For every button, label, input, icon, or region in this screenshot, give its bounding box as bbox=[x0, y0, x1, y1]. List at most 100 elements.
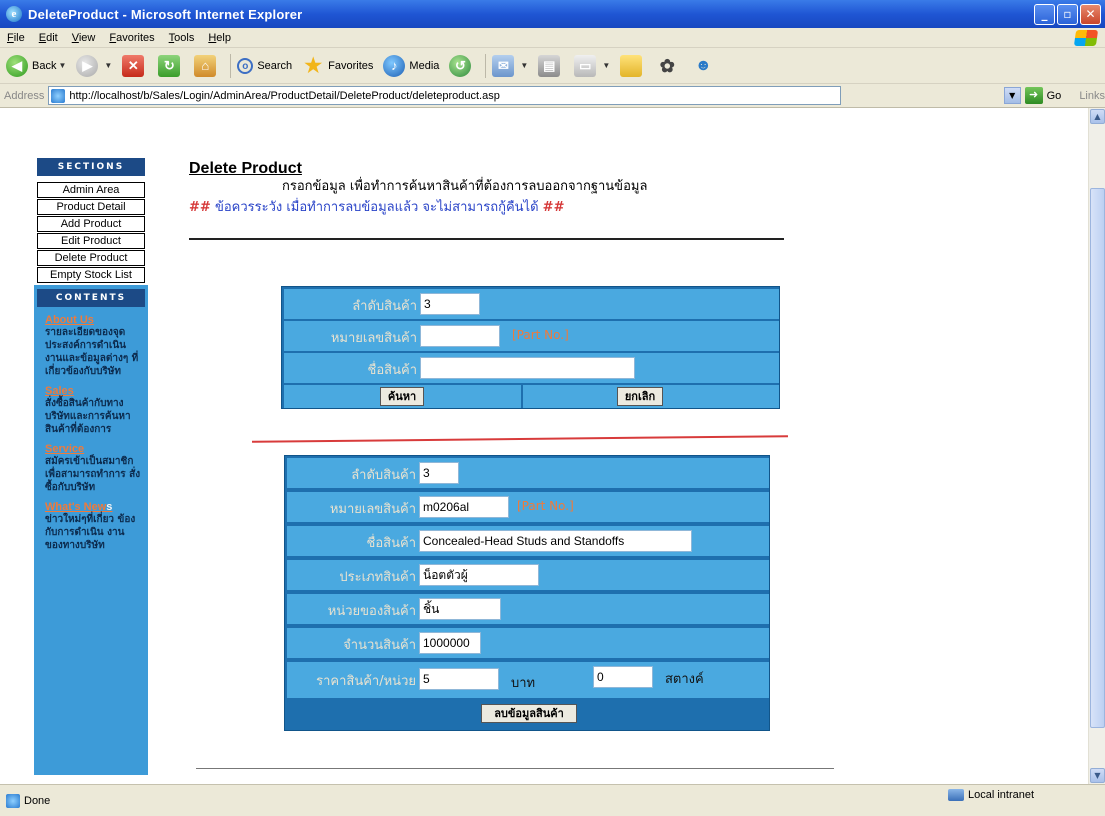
search-submit-button[interactable]: ค้นหา bbox=[380, 387, 424, 406]
search-form: ลำดับสินค้า 3 หมายเลขสินค้า [Part No.] ช… bbox=[281, 286, 780, 409]
vertical-scrollbar[interactable]: ▲ ▼ bbox=[1088, 108, 1105, 784]
mail-button[interactable]: ✉ ▼ bbox=[492, 54, 528, 77]
chevron-down-icon[interactable]: ▼ bbox=[58, 61, 66, 70]
instruction-text: กรอกข้อมูล เพื่อทำการค้นหาสินค้าที่ต้องก… bbox=[282, 179, 648, 194]
go-label: Go bbox=[1046, 89, 1062, 102]
toolbar-separator bbox=[230, 53, 232, 78]
search-row-product-id: ลำดับสินค้า 3 bbox=[284, 289, 779, 319]
search-row-buttons-right: ยกเลิก bbox=[523, 385, 779, 408]
detail-product-name-input[interactable]: Concealed-Head Studs and Standoffs bbox=[419, 530, 692, 552]
sales-link[interactable]: Sales bbox=[45, 385, 74, 397]
home-button[interactable]: ⌂ bbox=[194, 54, 220, 77]
star-icon: ★ bbox=[304, 54, 323, 77]
history-icon: ↺ bbox=[449, 54, 472, 77]
home-icon: ⌂ bbox=[194, 54, 217, 77]
service-description: สมัครเข้าเป็นสมาชิก เพื่อสามารถทำการ สั่… bbox=[45, 456, 141, 493]
cancel-button[interactable]: ยกเลิก bbox=[617, 387, 663, 406]
back-button[interactable]: ◀ Back ▼ bbox=[6, 54, 66, 77]
detail-part-no-input[interactable]: m0206al bbox=[419, 496, 509, 518]
print-button[interactable]: ▤ bbox=[538, 54, 564, 77]
detail-product-id-label: ลำดับสินค้า bbox=[351, 468, 416, 483]
contacts-button[interactable]: ☻ bbox=[692, 55, 718, 77]
service-link[interactable]: Service bbox=[45, 443, 84, 455]
back-label: Back bbox=[32, 59, 57, 72]
sales-description: สั่งซื้อสินค้ากับทาง บริษัทและการค้นหา ส… bbox=[45, 398, 131, 435]
detail-part-no-label: หมายเลขสินค้า bbox=[329, 502, 416, 517]
folder-button[interactable] bbox=[620, 54, 646, 77]
stop-button[interactable]: ✕ bbox=[122, 54, 148, 77]
about-us-link[interactable]: About Us bbox=[45, 314, 94, 326]
detail-product-unit-input[interactable]: ชิ้น bbox=[419, 598, 501, 620]
chevron-down-icon[interactable]: ▼ bbox=[520, 61, 528, 70]
scroll-down-button[interactable]: ▼ bbox=[1090, 768, 1105, 783]
menu-view[interactable]: View bbox=[65, 32, 103, 44]
links-label[interactable]: Links bbox=[1079, 90, 1105, 102]
menu-favorites[interactable]: Favorites bbox=[102, 32, 161, 44]
refresh-button[interactable]: ↻ bbox=[158, 54, 184, 77]
toolbar: ◀ Back ▼ ▶ ▼ ✕ ↻ ⌂ o Search ★ Favorites … bbox=[0, 48, 1105, 84]
product-id-input[interactable]: 3 bbox=[420, 293, 480, 315]
media-icon: ♪ bbox=[383, 54, 406, 77]
go-arrow-icon: ➜ bbox=[1024, 87, 1043, 104]
nav-edit-product[interactable]: Edit Product bbox=[37, 233, 145, 249]
menu-edit[interactable]: Edit bbox=[32, 32, 65, 44]
menu-file[interactable]: File bbox=[0, 32, 32, 44]
red-divider bbox=[252, 435, 788, 443]
detail-product-type-input[interactable]: น็อตตัวผู้ bbox=[419, 564, 539, 586]
windows-logo-icon bbox=[1073, 30, 1099, 46]
whats-new-link[interactable]: What's News bbox=[45, 501, 112, 513]
toolbar-separator bbox=[485, 53, 487, 78]
ie-logo-icon[interactable]: e bbox=[6, 6, 22, 22]
menu-help[interactable]: Help bbox=[201, 32, 238, 44]
nav-product-detail[interactable]: Product Detail bbox=[37, 199, 145, 215]
menu-tools[interactable]: Tools bbox=[162, 32, 202, 44]
chevron-down-icon[interactable]: ▼ bbox=[104, 61, 112, 70]
search-button[interactable]: o Search bbox=[237, 57, 293, 74]
edit-button[interactable]: ▭ ▼ bbox=[574, 54, 610, 77]
messenger-button[interactable]: ✿ bbox=[656, 55, 682, 77]
favorites-button[interactable]: ★ Favorites bbox=[302, 55, 373, 77]
history-button[interactable]: ↺ bbox=[449, 54, 475, 77]
window-controls: _ ▫ ✕ bbox=[1034, 4, 1101, 25]
address-url[interactable]: http://localhost/b/Sales/Login/AdminArea… bbox=[69, 90, 499, 102]
part-no-input[interactable] bbox=[420, 325, 500, 347]
close-button[interactable]: ✕ bbox=[1080, 4, 1101, 25]
nav-add-product[interactable]: Add Product bbox=[37, 216, 145, 232]
chevron-down-icon[interactable]: ▼ bbox=[602, 61, 610, 70]
delete-product-button[interactable]: ลบข้อมูลสินค้า bbox=[481, 704, 577, 723]
scrollbar-thumb[interactable] bbox=[1090, 188, 1105, 728]
detail-price-input[interactable]: 5 bbox=[419, 668, 499, 690]
contents-panel: CONTENTS About Us รายละเอียดของจุด ประสง… bbox=[34, 285, 148, 775]
detail-part-no-hint: [Part No.] bbox=[517, 499, 574, 513]
scroll-up-button[interactable]: ▲ bbox=[1090, 109, 1105, 124]
address-dropdown-button[interactable]: ▼ bbox=[1003, 87, 1021, 104]
page-icon bbox=[6, 793, 20, 808]
status-text: Done bbox=[24, 794, 51, 807]
printer-icon: ▤ bbox=[538, 54, 561, 77]
detail-product-id-input[interactable]: 3 bbox=[419, 462, 459, 484]
detail-quantity-input[interactable]: 1000000 bbox=[419, 632, 481, 654]
nav-delete-product[interactable]: Delete Product bbox=[37, 250, 145, 266]
detail-satang-input[interactable]: 0 bbox=[593, 666, 653, 688]
product-name-input[interactable] bbox=[420, 357, 635, 379]
detail-quantity-label: จำนวนสินค้า bbox=[343, 638, 416, 653]
back-arrow-icon: ◀ bbox=[6, 54, 28, 77]
contents-item-whats-new: What's News ข่าวใหม่ๆที่เกี่ยว ข้องกับกา… bbox=[34, 494, 148, 552]
maximize-button[interactable]: ▫ bbox=[1057, 4, 1078, 25]
address-input[interactable]: http://localhost/b/Sales/Login/AdminArea… bbox=[48, 86, 841, 105]
butterfly-icon: ✿ bbox=[659, 55, 675, 76]
warning-hash-left: ## bbox=[189, 200, 211, 215]
sections-header: SECTIONS bbox=[37, 158, 145, 176]
price-satang-unit: สตางค์ bbox=[665, 672, 704, 687]
detail-product-type-label: ประเภทสินค้า bbox=[339, 570, 416, 585]
media-button[interactable]: ♪ Media bbox=[383, 54, 439, 77]
search-label: Search bbox=[257, 59, 293, 72]
forward-button[interactable]: ▶ ▼ bbox=[76, 54, 112, 77]
minimize-button[interactable]: _ bbox=[1034, 4, 1055, 25]
go-button[interactable]: ➜ Go bbox=[1024, 87, 1062, 104]
nav-admin-area[interactable]: Admin Area bbox=[37, 182, 145, 198]
detail-row-product-type: ประเภทสินค้า น็อตตัวผู้ bbox=[287, 560, 769, 590]
nav-empty-stock-list[interactable]: Empty Stock List bbox=[37, 267, 145, 283]
detail-product-name-label: ชื่อสินค้า bbox=[366, 536, 416, 551]
favorites-label: Favorites bbox=[328, 59, 374, 72]
